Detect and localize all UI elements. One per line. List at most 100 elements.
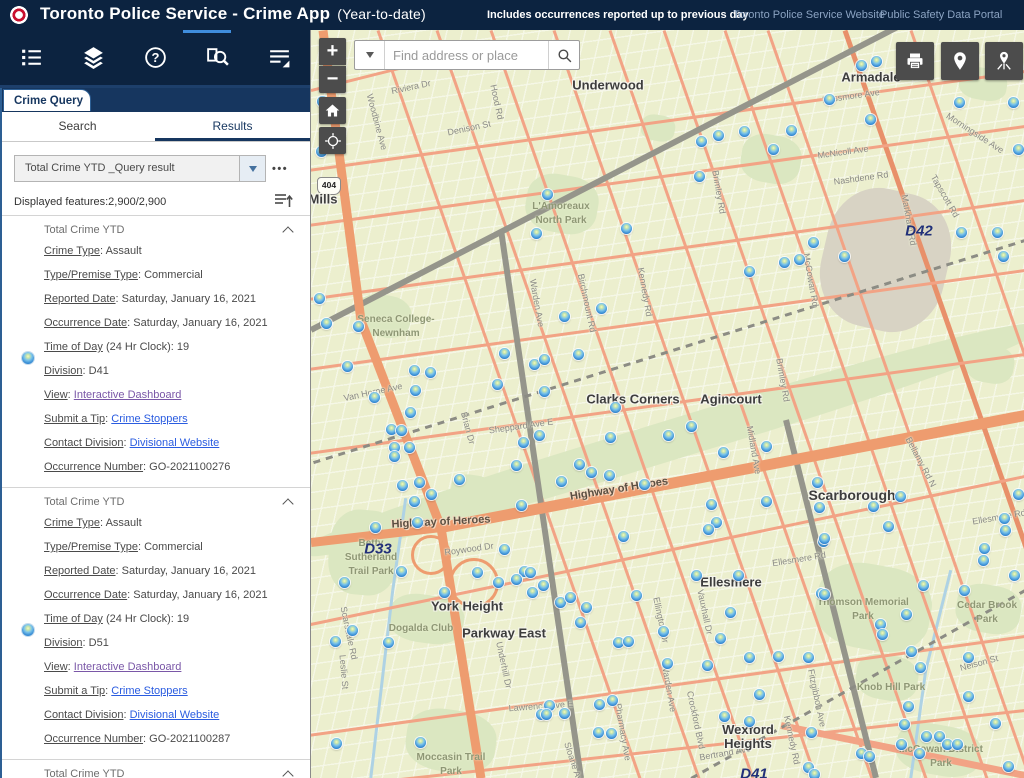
crime-marker[interactable] — [454, 474, 465, 485]
crime-marker[interactable] — [703, 524, 714, 535]
crime-marker[interactable] — [865, 114, 876, 125]
tab-search[interactable]: Search — [0, 112, 155, 141]
crime-marker[interactable] — [896, 739, 907, 750]
crime-marker[interactable] — [1003, 761, 1014, 772]
crime-marker[interactable] — [1013, 489, 1024, 500]
crime-marker[interactable] — [663, 430, 674, 441]
crime-marker[interactable] — [621, 223, 632, 234]
crime-marker[interactable] — [321, 318, 332, 329]
field-link[interactable]: Divisional Website — [130, 437, 220, 449]
chevron-up-icon[interactable] — [282, 770, 293, 778]
crime-marker[interactable] — [819, 533, 830, 544]
crime-marker[interactable] — [719, 711, 730, 722]
crime-marker[interactable] — [662, 658, 673, 669]
crime-query-tab[interactable]: Crime Query — [3, 89, 91, 111]
tps-website-link[interactable]: Toronto Police Service Website — [733, 9, 885, 21]
crime-marker[interactable] — [559, 708, 570, 719]
crime-marker[interactable] — [623, 636, 634, 647]
query-result-dropdown[interactable]: Total Crime YTD _Query result — [14, 155, 266, 182]
help-icon[interactable]: ? — [140, 43, 170, 73]
crime-marker[interactable] — [492, 379, 503, 390]
crime-marker[interactable] — [794, 254, 805, 265]
crime-marker[interactable] — [839, 251, 850, 262]
chevron-up-icon[interactable] — [282, 226, 293, 237]
zoom-in-button[interactable]: + — [319, 38, 346, 65]
crime-marker[interactable] — [610, 402, 621, 413]
crime-marker[interactable] — [963, 691, 974, 702]
crime-marker[interactable] — [715, 633, 726, 644]
crime-marker[interactable] — [1013, 144, 1024, 155]
crime-marker[interactable] — [330, 636, 341, 647]
crime-marker[interactable] — [779, 257, 790, 268]
crime-marker[interactable] — [694, 171, 705, 182]
crime-marker[interactable] — [575, 617, 586, 628]
crime-marker[interactable] — [999, 513, 1010, 524]
crime-marker[interactable] — [739, 126, 750, 137]
crime-marker[interactable] — [768, 144, 779, 155]
crime-marker[interactable] — [725, 607, 736, 618]
crime-marker[interactable] — [706, 499, 717, 510]
field-link[interactable]: Interactive Dashboard — [74, 661, 182, 673]
crime-marker[interactable] — [696, 136, 707, 147]
crime-marker[interactable] — [410, 385, 421, 396]
crime-marker[interactable] — [914, 748, 925, 759]
crime-marker[interactable] — [901, 609, 912, 620]
crime-marker[interactable] — [954, 97, 965, 108]
search-button[interactable] — [548, 41, 579, 69]
layers-icon[interactable] — [78, 43, 108, 73]
crime-marker[interactable] — [1008, 97, 1019, 108]
field-link[interactable]: Interactive Dashboard — [74, 389, 182, 401]
crime-marker[interactable] — [915, 662, 926, 673]
crime-marker[interactable] — [963, 652, 974, 663]
crime-marker[interactable] — [744, 652, 755, 663]
crime-marker[interactable] — [539, 354, 550, 365]
crime-marker[interactable] — [389, 451, 400, 462]
crime-marker[interactable] — [686, 421, 697, 432]
crime-marker[interactable] — [824, 94, 835, 105]
crime-marker[interactable] — [979, 543, 990, 554]
crime-marker[interactable] — [819, 589, 830, 600]
crime-marker[interactable] — [631, 590, 642, 601]
crime-marker[interactable] — [409, 496, 420, 507]
crime-marker[interactable] — [369, 392, 380, 403]
crime-marker[interactable] — [541, 709, 552, 720]
crime-marker[interactable] — [606, 728, 617, 739]
crime-marker[interactable] — [594, 699, 605, 710]
zoom-out-button[interactable]: − — [319, 66, 346, 93]
crime-marker[interactable] — [921, 731, 932, 742]
feature-actions-icon[interactable] — [274, 192, 294, 209]
crime-marker[interactable] — [339, 577, 350, 588]
chevron-up-icon[interactable] — [282, 498, 293, 509]
crime-marker[interactable] — [556, 476, 567, 487]
crime-marker[interactable] — [871, 56, 882, 67]
crime-marker[interactable] — [518, 437, 529, 448]
crime-marker[interactable] — [425, 367, 436, 378]
crime-marker[interactable] — [959, 585, 970, 596]
crime-marker[interactable] — [516, 500, 527, 511]
crime-marker[interactable] — [718, 447, 729, 458]
crime-marker[interactable] — [691, 570, 702, 581]
crime-marker[interactable] — [534, 430, 545, 441]
crime-marker[interactable] — [992, 227, 1003, 238]
crime-marker[interactable] — [895, 491, 906, 502]
crime-marker[interactable] — [342, 361, 353, 372]
crime-marker[interactable] — [1000, 525, 1011, 536]
crime-marker[interactable] — [531, 228, 542, 239]
crime-marker[interactable] — [511, 460, 522, 471]
crime-marker[interactable] — [596, 303, 607, 314]
crime-marker[interactable] — [605, 432, 616, 443]
crime-marker[interactable] — [426, 489, 437, 500]
crime-marker[interactable] — [978, 555, 989, 566]
crime-marker[interactable] — [618, 531, 629, 542]
crime-marker[interactable] — [574, 459, 585, 470]
field-link[interactable]: Divisional Website — [130, 709, 220, 721]
crime-marker[interactable] — [525, 567, 536, 578]
crime-marker[interactable] — [899, 719, 910, 730]
crime-marker[interactable] — [658, 626, 669, 637]
crime-marker[interactable] — [812, 477, 823, 488]
crime-marker[interactable] — [499, 544, 510, 555]
crime-marker[interactable] — [573, 349, 584, 360]
crime-marker[interactable] — [581, 602, 592, 613]
crime-marker[interactable] — [347, 625, 358, 636]
crime-marker[interactable] — [527, 587, 538, 598]
